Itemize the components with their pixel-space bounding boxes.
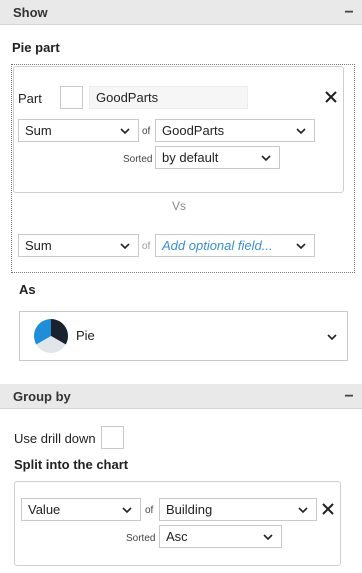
chevron-down-icon: [120, 243, 130, 250]
show-section-header[interactable]: Show −: [0, 0, 362, 25]
part-name-value: GoodParts: [96, 90, 159, 105]
sorted-label: Sorted: [123, 154, 153, 165]
as-label: As: [19, 282, 36, 297]
part-name-input[interactable]: GoodParts: [89, 86, 248, 109]
chevron-down-icon: [261, 155, 271, 162]
aggregate-select-value: Sum: [25, 123, 52, 138]
chevron-down-icon: [122, 507, 132, 514]
aggregate2-select-value: Sum: [25, 238, 52, 253]
split-title: Split into the chart: [14, 457, 129, 472]
pie-chart-icon: [34, 319, 68, 353]
group-by-header-title: Group by: [13, 389, 71, 404]
collapse-show-button[interactable]: −: [342, 0, 356, 25]
split-panel: [14, 481, 341, 566]
split-sorted-label: Sorted: [126, 533, 156, 544]
chevron-down-icon: [120, 128, 130, 135]
collapse-group-by-button[interactable]: −: [342, 384, 356, 409]
split-sort-select[interactable]: Asc: [159, 525, 282, 548]
drill-down-checkbox[interactable]: [101, 426, 124, 449]
vs-label: Vs: [172, 199, 187, 213]
part-label: Part: [18, 91, 42, 106]
of2-label: of: [142, 241, 151, 252]
aggregate-select[interactable]: Sum: [18, 119, 139, 142]
show-header-title: Show: [13, 5, 48, 20]
field-select-value: GoodParts: [162, 123, 225, 138]
field-select[interactable]: GoodParts: [155, 119, 315, 142]
remove-part-icon[interactable]: [324, 90, 338, 104]
split-aggregate-value: Value: [28, 502, 61, 517]
optional-field-select[interactable]: Add optional field...: [155, 234, 315, 257]
pie-part-title: Pie part: [12, 40, 60, 55]
of-label: of: [142, 126, 151, 137]
drill-down-label: Use drill down: [14, 431, 96, 446]
split-field-select[interactable]: Building: [159, 498, 317, 521]
split-of-label: of: [145, 505, 154, 516]
part-checkbox[interactable]: [60, 86, 83, 109]
sort-select[interactable]: by default: [155, 146, 280, 169]
split-sort-value: Asc: [166, 529, 188, 544]
sort-select-value: by default: [162, 150, 219, 165]
split-field-value: Building: [166, 502, 213, 517]
chevron-down-icon: [298, 507, 308, 514]
split-aggregate-select[interactable]: Value: [21, 498, 141, 521]
chevron-down-icon: [296, 128, 306, 135]
chart-type-value: Pie: [76, 328, 95, 343]
chart-type-select[interactable]: Pie: [19, 311, 348, 361]
optional-field-placeholder: Add optional field...: [162, 238, 273, 253]
chevron-down-icon: [296, 243, 306, 250]
chevron-down-icon: [327, 334, 337, 341]
aggregate2-select[interactable]: Sum: [18, 234, 139, 257]
group-by-section-header[interactable]: Group by −: [0, 384, 362, 409]
chevron-down-icon: [263, 534, 273, 541]
remove-split-icon[interactable]: [321, 502, 335, 516]
